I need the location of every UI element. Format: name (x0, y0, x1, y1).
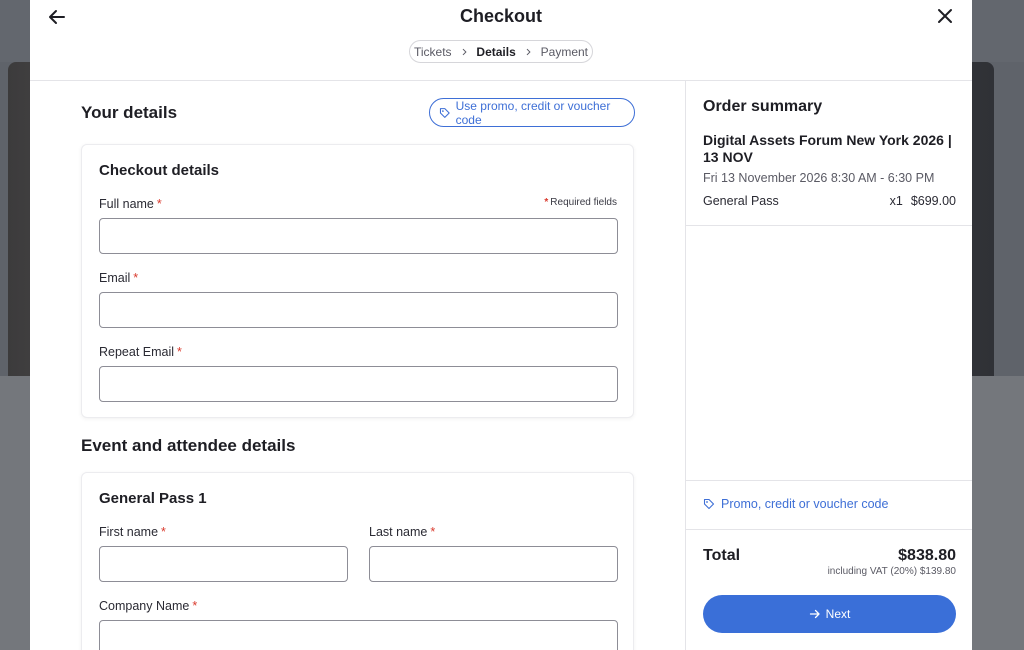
general-pass-title: General Pass 1 (99, 490, 207, 507)
checkout-details-title: Checkout details (99, 162, 220, 179)
last-name-label-text: Last name (369, 525, 428, 539)
promo-code-label: Promo, credit or voucher code (721, 497, 889, 511)
arrow-right-icon (809, 609, 820, 619)
summary-divider (686, 225, 972, 226)
tag-icon (703, 498, 715, 510)
page-title: Checkout (459, 6, 542, 26)
use-promo-button[interactable]: Use promo, credit or voucher code (429, 98, 635, 127)
use-promo-label: Use promo, credit or voucher code (455, 98, 611, 127)
required-fields-label: Required fields (550, 197, 617, 208)
last-name-input[interactable] (369, 546, 618, 582)
company-name-input[interactable] (99, 620, 618, 650)
required-star: * (192, 599, 198, 613)
email-label: Email * (99, 271, 138, 285)
checkout-stepper: Tickets Details Payment (409, 40, 593, 63)
next-button-label: Next (825, 607, 851, 621)
repeat-email-input[interactable] (99, 366, 618, 402)
checkout-details-card: Checkout details * Required fields Full n… (81, 144, 634, 418)
repeat-email-label-text: Repeat Email (99, 345, 175, 359)
repeat-email-label: Repeat Email * (99, 345, 182, 359)
chevron-right-icon (462, 48, 467, 55)
full-name-label: Full name * (99, 197, 162, 211)
vat-note: including VAT (20%) $139.80 (827, 566, 956, 577)
details-form-panel: Your details Use promo, credit or vouche… (30, 81, 685, 650)
required-star: * (161, 525, 166, 539)
required-star: * (544, 197, 549, 208)
ticket-qty: x1 (889, 194, 903, 208)
email-label-text: Email (99, 271, 131, 285)
total-label: Total (703, 547, 741, 564)
general-pass-card: General Pass 1 First name * Last name * Co… (81, 472, 634, 650)
ticket-qty-price: x1 $699.00 (890, 194, 956, 208)
checkout-modal: Checkout Tickets Details Payment Your de… (30, 0, 972, 650)
ticket-line-item: General Pass x1 $699.00 (703, 194, 956, 208)
promo-code-link[interactable]: Promo, credit or voucher code (703, 497, 888, 511)
ticket-price: $699.00 (910, 194, 956, 208)
your-details-title: Your details (81, 103, 178, 122)
total-value: $838.80 (898, 547, 956, 564)
full-name-label-text: Full name (99, 197, 154, 211)
event-name: Digital Assets Forum New York 2026 | 13 … (703, 132, 952, 165)
first-name-label-text: First name (99, 525, 159, 539)
company-name-label-text: Company Name (99, 599, 190, 613)
first-name-label: First name * (99, 525, 166, 539)
step-tickets[interactable]: Tickets (410, 45, 456, 59)
last-name-label: Last name * (369, 525, 435, 539)
tag-icon (439, 107, 450, 118)
order-summary-panel: Order summary Digital Assets Forum New Y… (685, 81, 972, 650)
required-fields-note: * Required fields (544, 197, 617, 208)
next-button[interactable]: Next (703, 595, 956, 633)
first-name-input[interactable] (99, 546, 348, 582)
step-details[interactable]: Details (472, 45, 519, 59)
event-date: Fri 13 November 2026 8:30 AM - 6:30 PM (703, 171, 935, 185)
full-name-input[interactable] (99, 218, 618, 254)
attendee-details-title: Event and attendee details (81, 436, 296, 455)
close-button[interactable] (934, 5, 956, 27)
company-name-label: Company Name * (99, 599, 197, 613)
required-star: * (133, 271, 139, 285)
summary-divider (686, 480, 972, 481)
ticket-name: General Pass (703, 194, 779, 208)
order-summary-title: Order summary (703, 98, 823, 115)
modal-header: Checkout Tickets Details Payment (30, 0, 972, 81)
required-star: * (156, 197, 162, 211)
email-input[interactable] (99, 292, 618, 328)
summary-divider (686, 529, 972, 530)
close-icon (938, 9, 952, 23)
step-payment[interactable]: Payment (537, 45, 592, 59)
required-star: * (430, 525, 436, 539)
chevron-right-icon (526, 48, 531, 55)
required-star: * (177, 345, 182, 359)
